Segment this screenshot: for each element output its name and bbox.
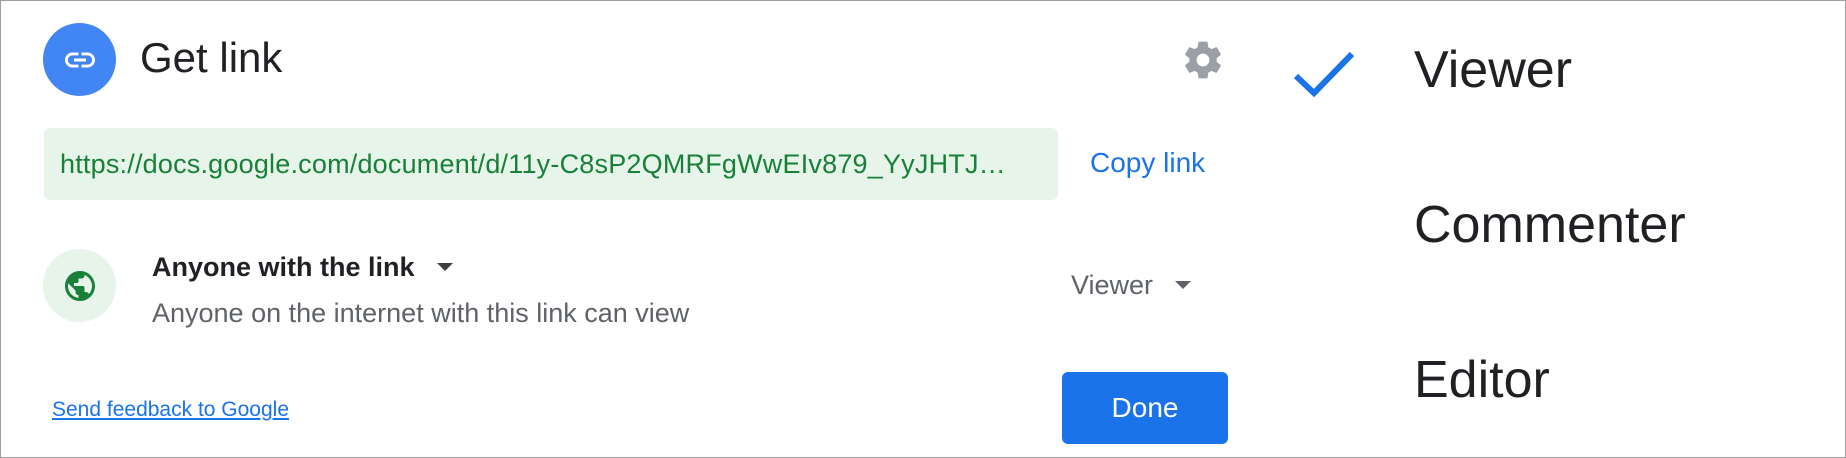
link-url-field[interactable]: https://docs.google.com/document/d/11y-C… (44, 128, 1058, 200)
role-dropdown-label: Viewer (1071, 270, 1154, 300)
globe-icon (43, 249, 116, 322)
copy-link-button[interactable]: Copy link (1090, 145, 1205, 181)
settings-gear-glyph (1185, 41, 1221, 79)
globe-icon-glyph (64, 270, 95, 301)
caret-down-icon (1175, 281, 1192, 289)
done-button[interactable]: Done (1062, 372, 1228, 444)
role-dropdown[interactable]: Viewer (1071, 268, 1192, 302)
role-menu-item-editor[interactable]: Editor (1414, 350, 1550, 410)
link-icon-glyph (64, 52, 95, 67)
role-menu-item-commenter[interactable]: Commenter (1414, 195, 1686, 255)
access-scope-dropdown[interactable]: Anyone with the link (152, 250, 453, 284)
gear-icon[interactable] (1181, 38, 1225, 82)
link-url-text: https://docs.google.com/document/d/11y-C… (60, 148, 1006, 179)
check-icon (1293, 51, 1355, 98)
caret-down-icon (436, 263, 453, 271)
send-feedback-link[interactable]: Send feedback to Google (52, 396, 289, 424)
dialog-title: Get link (140, 34, 283, 81)
role-menu-item-viewer[interactable]: Viewer (1414, 40, 1572, 100)
access-description: Anyone on the internet with this link ca… (152, 298, 690, 328)
link-icon (43, 23, 116, 96)
access-scope-label: Anyone with the link (152, 252, 415, 282)
